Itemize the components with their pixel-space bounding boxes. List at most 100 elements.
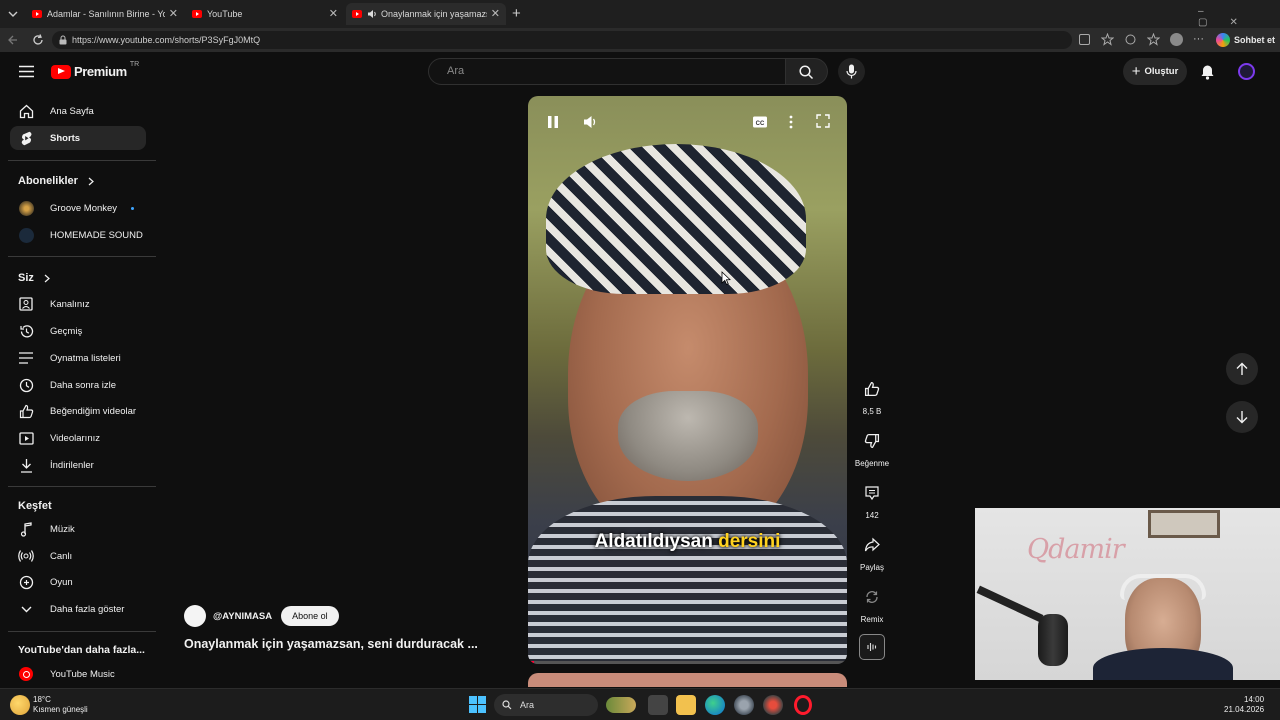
clock-icon (18, 377, 34, 393)
window-controls[interactable]: –▢✕ (1198, 6, 1280, 28)
app-install-icon[interactable] (1078, 33, 1091, 46)
close-tab-icon[interactable]: ✕ (329, 7, 338, 20)
search-button[interactable] (786, 58, 828, 85)
pause-icon[interactable] (546, 114, 560, 130)
file-explorer-icon[interactable] (676, 695, 696, 715)
microphone-icon (846, 64, 857, 79)
subscription-groove-monkey[interactable]: Groove Monkey (10, 196, 146, 220)
browser-tab-1[interactable]: Adamlar - Sanılının Birine - YouTube ✕ (26, 3, 184, 25)
video-progress-bar[interactable] (528, 661, 847, 664)
comment-icon (857, 478, 887, 508)
next-short-preview[interactable] (528, 673, 847, 687)
youtube-music-icon (18, 666, 34, 682)
voice-search-button[interactable] (838, 58, 865, 85)
windows-start-icon[interactable] (469, 696, 486, 713)
remix-icon (857, 582, 887, 612)
sidebar-item-watch-later[interactable]: Daha sonra izle (10, 373, 146, 397)
back-icon[interactable] (7, 33, 19, 47)
sidebar-item-show-more[interactable]: Daha fazla göster (10, 597, 146, 621)
shorts-icon (18, 130, 34, 146)
explore-heading: Keşfet (18, 500, 52, 512)
url-field[interactable]: https://www.youtube.com/shorts/P3SyFgJ0M… (52, 31, 1072, 49)
short-title[interactable]: Onaylanmak için yaşamazsan, seni durdura… (184, 637, 478, 651)
app-icon[interactable] (763, 695, 783, 715)
notifications-bell-icon[interactable] (1200, 64, 1215, 80)
search-input[interactable]: Ara (428, 58, 786, 85)
close-tab-icon[interactable]: ✕ (169, 7, 178, 20)
browser-toolbar-icons: ··· (1078, 33, 1204, 46)
channel-avatar[interactable] (184, 605, 206, 627)
browser-tab-3[interactable]: Onaylanmak için yaşamazsan ✕ (346, 3, 506, 25)
dislike-button[interactable]: Beğenme (855, 426, 889, 468)
sidebar-item-shorts[interactable]: Shorts (10, 126, 146, 150)
copilot-chat-button[interactable]: Sohbet et (1216, 33, 1275, 47)
mic-arm (976, 585, 1044, 623)
short-video-player[interactable]: CC Aldatıldıysan dersini (528, 96, 847, 664)
browser-tab-2[interactable]: YouTube ✕ (186, 3, 344, 25)
sidebar-item-downloads[interactable]: İndirilenler (10, 453, 146, 477)
sidebar-item-your-channel[interactable]: Kanalınız (10, 292, 146, 316)
task-view-icon[interactable] (648, 695, 668, 715)
hamburger-menu-icon[interactable] (19, 65, 34, 78)
system-clock[interactable]: 14:00 21.04.2026 (1224, 695, 1264, 715)
more-menu-icon[interactable]: ··· (1193, 33, 1204, 46)
sidebar-item-gaming[interactable]: Oyun (10, 570, 146, 594)
weather-widget[interactable]: 18°C Kısmen güneşli (33, 695, 88, 715)
sidebar-item-playlists[interactable]: Oynatma listeleri (10, 346, 146, 370)
remix-button[interactable]: Remix (856, 582, 888, 624)
refresh-icon[interactable] (31, 33, 45, 47)
subscription-homemade-sound[interactable]: HOMEMADE SOUND (10, 223, 146, 247)
wall-sign: Qdamir (1027, 534, 1125, 565)
previous-short-button[interactable] (1226, 353, 1258, 385)
video-subtitle: Aldatıldıysan dersini (594, 531, 781, 552)
sidebar-item-music[interactable]: Müzik (10, 517, 146, 541)
arrow-up-icon (1236, 362, 1248, 376)
sidebar-item-live[interactable]: Canlı (10, 544, 146, 568)
subscribe-button[interactable]: Abone ol (281, 606, 339, 626)
sidebar-divider (8, 160, 156, 161)
edge-browser-icon[interactable] (705, 695, 725, 715)
live-icon (18, 548, 34, 564)
account-avatar[interactable] (1238, 63, 1255, 80)
more-options-icon[interactable] (788, 114, 794, 130)
sidebar-item-home[interactable]: Ana Sayfa (10, 99, 146, 123)
tab-actions-icon[interactable] (6, 7, 20, 21)
collections-icon[interactable] (1147, 33, 1160, 46)
captions-icon[interactable]: CC (752, 115, 768, 129)
share-button[interactable]: Paylaş (856, 530, 888, 572)
widgets-icon[interactable] (606, 697, 636, 713)
like-button[interactable]: 8,5 B (856, 374, 888, 416)
speaker-icon[interactable] (367, 9, 377, 19)
weather-sun-icon[interactable] (10, 695, 30, 715)
comments-button[interactable]: 142 (856, 478, 888, 520)
favorite-star-icon[interactable] (1101, 33, 1114, 46)
close-tab-icon[interactable]: ✕ (491, 7, 500, 20)
volume-icon[interactable] (583, 114, 597, 130)
fullscreen-icon[interactable] (816, 114, 830, 128)
opera-browser-icon[interactable] (794, 695, 812, 715)
sidebar-divider (8, 631, 156, 632)
profile-avatar[interactable] (1170, 33, 1183, 46)
music-icon (18, 521, 34, 537)
you-heading[interactable]: Siz (18, 272, 50, 284)
sound-thumbnail-button[interactable] (859, 634, 885, 660)
channel-handle[interactable]: @AYNIMASA (213, 611, 272, 622)
extensions-icon[interactable] (1124, 33, 1137, 46)
sidebar-item-history[interactable]: Geçmiş (10, 319, 146, 343)
youtube-premium-logo[interactable]: Premium TR (51, 61, 139, 79)
streamer-shirt (1093, 648, 1233, 680)
thumbs-down-icon (857, 426, 887, 456)
sidebar-item-your-videos[interactable]: Videolarınız (10, 426, 146, 450)
new-tab-icon[interactable]: + (512, 5, 521, 22)
taskbar-search-box[interactable]: Ara (494, 694, 598, 716)
settings-gear-icon[interactable] (734, 695, 754, 715)
webcam-overlay: Qdamir (975, 508, 1280, 680)
site-info-icon[interactable] (58, 35, 68, 45)
next-short-button[interactable] (1226, 401, 1258, 433)
subscriptions-heading[interactable]: Abonelikler (18, 175, 94, 187)
sidebar-item-youtube-music[interactable]: YouTube Music (10, 662, 146, 686)
plus-icon: + (1131, 63, 1141, 80)
sidebar-item-liked-videos[interactable]: Beğendiğim videolar (10, 399, 146, 423)
create-button[interactable]: + Oluştur (1123, 58, 1187, 85)
browser-address-bar: https://www.youtube.com/shorts/P3SyFgJ0M… (0, 28, 1280, 52)
